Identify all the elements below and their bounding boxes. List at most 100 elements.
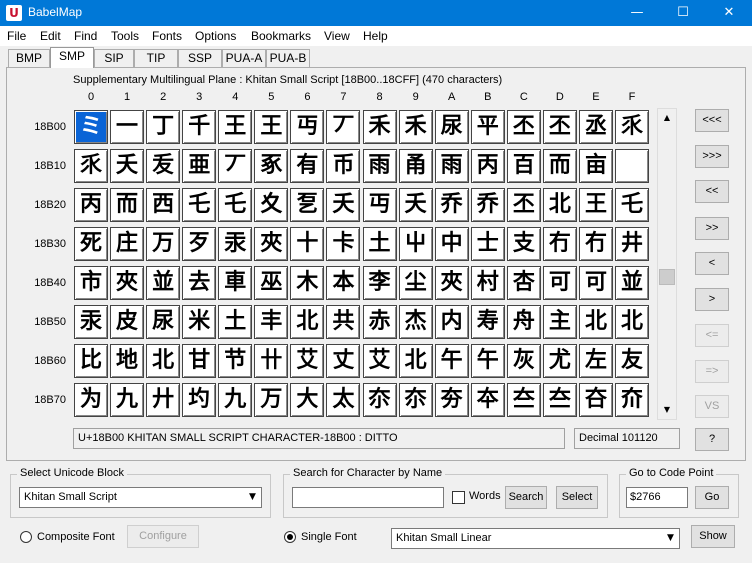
character-cell[interactable]: 灰: [506, 344, 541, 378]
tab-bmp[interactable]: BMP: [8, 49, 50, 67]
character-cell[interactable]: 夭: [110, 149, 145, 183]
character-cell[interactable]: 乑: [74, 149, 108, 183]
character-cell[interactable]: 死: [74, 227, 108, 261]
character-cell[interactable]: 雨: [362, 149, 397, 183]
character-cell[interactable]: 丏: [362, 188, 397, 222]
character-cell[interactable]: 土: [362, 227, 397, 261]
character-cell[interactable]: 夵: [362, 383, 397, 417]
character-cell[interactable]: 冇: [542, 227, 577, 261]
character-cell[interactable]: 甬: [398, 149, 433, 183]
character-cell[interactable]: 並: [146, 266, 181, 300]
chevron-down-icon[interactable]: ▼: [244, 488, 261, 507]
character-cell[interactable]: 而: [110, 188, 145, 222]
character-cell[interactable]: 乭: [290, 188, 325, 222]
character-cell[interactable]: 午: [434, 344, 469, 378]
character-cell[interactable]: 廾: [146, 383, 181, 417]
character-cell[interactable]: 車: [218, 266, 253, 300]
character-cell[interactable]: 夾: [110, 266, 145, 300]
character-cell[interactable]: 赤: [362, 305, 397, 339]
character-cell[interactable]: 禾: [398, 110, 433, 144]
character-cell[interactable]: 舟: [506, 305, 541, 339]
character-cell[interactable]: 千: [182, 110, 217, 144]
font-select[interactable]: Khitan Small Linear ▼: [391, 528, 680, 549]
character-cell[interactable]: 亩: [578, 149, 613, 183]
character-cell[interactable]: 节: [218, 344, 253, 378]
character-cell[interactable]: 杏: [506, 266, 541, 300]
character-cell[interactable]: 地: [110, 344, 145, 378]
character-cell[interactable]: 太: [326, 383, 361, 417]
words-checkbox[interactable]: [452, 491, 465, 504]
character-cell[interactable]: 米: [182, 305, 217, 339]
tab-ssp[interactable]: SSP: [178, 49, 222, 67]
character-cell[interactable]: 卡: [326, 227, 361, 261]
character-cell[interactable]: 冇: [578, 227, 613, 261]
scroll-up-icon[interactable]: ▲: [659, 110, 675, 126]
character-cell[interactable]: 亜: [182, 149, 217, 183]
close-button[interactable]: ✕: [706, 0, 752, 26]
select-button[interactable]: Select: [556, 486, 598, 509]
character-cell[interactable]: 左: [578, 344, 613, 378]
character-cell[interactable]: 屮: [398, 227, 433, 261]
character-cell[interactable]: 豖: [254, 149, 289, 183]
character-cell[interactable]: 乇: [182, 188, 217, 222]
character-cell[interactable]: 主: [542, 305, 577, 339]
menu-options[interactable]: Options: [195, 29, 236, 43]
nav-prev-block-button[interactable]: <<: [695, 180, 729, 203]
character-cell[interactable]: 丕: [506, 110, 541, 144]
nav-first-button[interactable]: <<<: [695, 109, 729, 132]
character-cell[interactable]: 丰: [254, 305, 289, 339]
tab-pua-a[interactable]: PUA-A: [222, 49, 266, 67]
character-cell[interactable]: 寿: [470, 305, 505, 339]
character-cell[interactable]: 共: [326, 305, 361, 339]
character-cell[interactable]: 去: [182, 266, 217, 300]
character-cell[interactable]: 杰: [398, 305, 433, 339]
character-cell[interactable]: 卄: [254, 344, 289, 378]
show-button[interactable]: Show: [691, 525, 735, 548]
menu-tools[interactable]: Tools: [111, 29, 139, 43]
character-cell[interactable]: 村: [470, 266, 505, 300]
character-cell[interactable]: 並: [615, 266, 650, 300]
grid-scrollbar[interactable]: ▲ ▼: [657, 108, 677, 420]
character-cell[interactable]: 尘: [398, 266, 433, 300]
character-cell[interactable]: 乇: [218, 188, 253, 222]
nav-next-block-button[interactable]: >>: [695, 217, 729, 240]
character-cell[interactable]: 禾: [362, 110, 397, 144]
character-cell[interactable]: 万: [254, 383, 289, 417]
character-cell[interactable]: 木: [290, 266, 325, 300]
character-cell[interactable]: 圴: [182, 383, 217, 417]
tab-tip[interactable]: TIP: [134, 49, 178, 67]
character-cell[interactable]: 北: [615, 305, 650, 339]
character-cell[interactable]: 友: [615, 344, 650, 378]
menu-edit[interactable]: Edit: [40, 29, 61, 43]
character-cell[interactable]: 比: [74, 344, 108, 378]
character-cell[interactable]: 大: [290, 383, 325, 417]
character-cell[interactable]: 土: [218, 305, 253, 339]
character-cell[interactable]: 李: [362, 266, 397, 300]
character-cell[interactable]: 汞: [218, 227, 253, 261]
character-cell[interactable]: 丙: [470, 149, 505, 183]
maximize-button[interactable]: ☐: [660, 0, 706, 26]
nav-last-button[interactable]: >>>: [695, 145, 729, 168]
character-cell[interactable]: 丞: [578, 110, 613, 144]
menu-find[interactable]: Find: [74, 29, 97, 43]
character-cell[interactable]: 丆: [326, 110, 361, 144]
character-cell[interactable]: 丆: [218, 149, 253, 183]
character-cell[interactable]: 午: [470, 344, 505, 378]
character-cell[interactable]: 丁: [146, 110, 181, 144]
character-cell[interactable]: 井: [615, 227, 650, 261]
variation-selector-button[interactable]: VS: [695, 395, 729, 418]
go-button[interactable]: Go: [695, 486, 729, 509]
character-cell[interactable]: 丏: [290, 110, 325, 144]
character-cell[interactable]: 北: [398, 344, 433, 378]
character-cell[interactable]: 九: [218, 383, 253, 417]
nav-back-button[interactable]: <=: [695, 324, 729, 347]
menu-file[interactable]: File: [7, 29, 26, 43]
character-cell[interactable]: 汞: [74, 305, 108, 339]
composite-font-radio[interactable]: [20, 531, 32, 543]
character-cell[interactable]: 王: [254, 110, 289, 144]
character-cell[interactable]: 币: [326, 149, 361, 183]
character-cell[interactable]: 夻: [578, 383, 613, 417]
character-cell[interactable]: 王: [218, 110, 253, 144]
character-cell[interactable]: 士: [470, 227, 505, 261]
character-cell[interactable]: 十: [290, 227, 325, 261]
